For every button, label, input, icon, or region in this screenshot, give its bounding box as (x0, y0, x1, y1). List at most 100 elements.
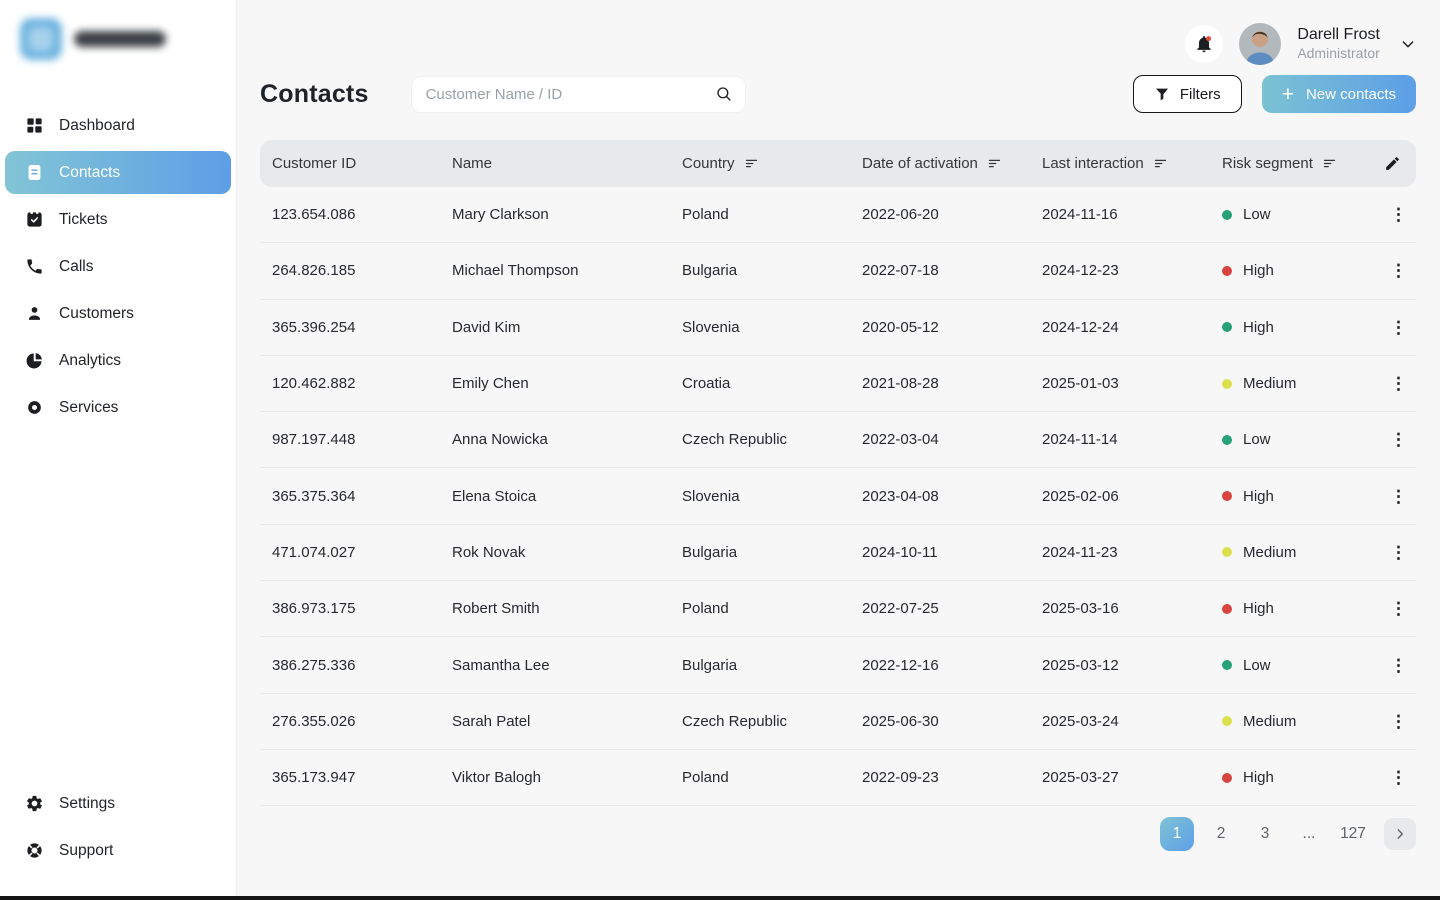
table-row: 365.173.947 Viktor Balogh Poland 2022-09… (260, 750, 1416, 806)
search-input[interactable] (426, 86, 715, 103)
row-menu-button[interactable]: ⋮ (1384, 315, 1413, 340)
cell-customer-id: 386.973.175 (272, 600, 452, 617)
cell-actions: ⋮ (1382, 653, 1416, 678)
sort-icon[interactable] (744, 156, 759, 171)
risk-dot (1222, 547, 1232, 557)
table-row: 471.074.027 Rok Novak Bulgaria 2024-10-1… (260, 525, 1416, 581)
page-number[interactable]: 3 (1248, 817, 1282, 851)
row-menu-button[interactable]: ⋮ (1384, 596, 1413, 621)
plus-icon: + (1282, 84, 1294, 105)
cell-name: Rok Novak (452, 544, 682, 561)
person-icon (25, 304, 44, 323)
cell-actions: ⋮ (1382, 765, 1416, 790)
cell-risk-segment: Low (1222, 206, 1382, 223)
cell-name: Viktor Balogh (452, 769, 682, 786)
row-menu-button[interactable]: ⋮ (1384, 427, 1413, 452)
app-logo (0, 18, 236, 60)
donut-icon (25, 398, 44, 417)
cell-last-interaction: 2024-12-24 (1042, 319, 1222, 336)
cell-last-interaction: 2024-12-23 (1042, 262, 1222, 279)
column-date-of-activation: Date of activation (862, 155, 1042, 172)
logo-icon (20, 18, 62, 60)
row-menu-button[interactable]: ⋮ (1384, 202, 1413, 227)
sidebar-item-label: Analytics (59, 352, 121, 370)
cell-country: Croatia (682, 375, 862, 392)
new-contacts-button[interactable]: + New contacts (1262, 75, 1416, 113)
row-menu-button[interactable]: ⋮ (1384, 540, 1413, 565)
cell-customer-id: 365.173.947 (272, 769, 452, 786)
sort-icon[interactable] (1153, 156, 1168, 171)
sidebar-item-services[interactable]: Services (5, 386, 231, 429)
sidebar-item-dashboard[interactable]: Dashboard (5, 104, 231, 147)
page-number[interactable]: 127 (1336, 817, 1370, 851)
page-header: Contacts Filters + New contacts (260, 74, 1416, 114)
cell-actions: ⋮ (1382, 484, 1416, 509)
cell-country: Slovenia (682, 319, 862, 336)
search-icon[interactable] (715, 85, 733, 103)
filters-button[interactable]: Filters (1133, 75, 1242, 113)
chevron-right-icon (1393, 827, 1407, 841)
risk-dot (1222, 604, 1232, 614)
next-page-button[interactable] (1384, 818, 1416, 850)
row-menu-button[interactable]: ⋮ (1384, 484, 1413, 509)
avatar[interactable] (1239, 23, 1281, 65)
cell-customer-id: 386.275.336 (272, 657, 452, 674)
sort-icon[interactable] (1322, 156, 1337, 171)
cell-name: Elena Stoica (452, 488, 682, 505)
chevron-down-icon[interactable] (1400, 36, 1416, 52)
row-menu-button[interactable]: ⋮ (1384, 258, 1413, 283)
cell-date-of-activation: 2021-08-28 (862, 375, 1042, 392)
cell-date-of-activation: 2023-04-08 (862, 488, 1042, 505)
sidebar-item-settings[interactable]: Settings (5, 782, 231, 825)
page-number[interactable]: 1 (1160, 817, 1194, 851)
sidebar-item-calls[interactable]: Calls (5, 245, 231, 288)
cell-date-of-activation: 2022-12-16 (862, 657, 1042, 674)
row-menu-button[interactable]: ⋮ (1384, 709, 1413, 734)
cell-country: Poland (682, 769, 862, 786)
gear-icon (25, 794, 44, 813)
table-row: 987.197.448 Anna Nowicka Czech Republic … (260, 412, 1416, 468)
sidebar-item-contacts[interactable]: Contacts (5, 151, 231, 194)
cell-country: Poland (682, 600, 862, 617)
sidebar-item-analytics[interactable]: Analytics (5, 339, 231, 382)
risk-dot (1222, 266, 1232, 276)
cell-last-interaction: 2025-03-27 (1042, 769, 1222, 786)
sidebar-item-support[interactable]: Support (5, 829, 231, 872)
column-last-interaction: Last interaction (1042, 155, 1222, 172)
row-menu-button[interactable]: ⋮ (1384, 371, 1413, 396)
table-row: 120.462.882 Emily Chen Croatia 2021-08-2… (260, 356, 1416, 412)
sort-icon[interactable] (987, 156, 1002, 171)
row-menu-button[interactable]: ⋮ (1384, 653, 1413, 678)
cell-customer-id: 987.197.448 (272, 431, 452, 448)
risk-label: High (1243, 488, 1274, 505)
cell-risk-segment: High (1222, 600, 1382, 617)
pie-chart-icon (25, 351, 44, 370)
sidebar-item-tickets[interactable]: Tickets (5, 198, 231, 241)
sidebar-nav: Dashboard Contacts Tickets Calls Custome… (0, 104, 236, 429)
cell-actions: ⋮ (1382, 258, 1416, 283)
main-content: Darell Frost Administrator Contacts Filt… (237, 0, 1440, 900)
risk-label: Low (1243, 206, 1271, 223)
edit-columns-button[interactable] (1382, 155, 1416, 172)
cell-customer-id: 365.396.254 (272, 319, 452, 336)
sidebar-item-customers[interactable]: Customers (5, 292, 231, 335)
cell-risk-segment: Medium (1222, 375, 1382, 392)
risk-label: High (1243, 262, 1274, 279)
sidebar-item-label: Contacts (59, 164, 120, 182)
row-menu-button[interactable]: ⋮ (1384, 765, 1413, 790)
cell-risk-segment: High (1222, 262, 1382, 279)
notifications-button[interactable] (1185, 25, 1223, 63)
cell-customer-id: 276.355.026 (272, 713, 452, 730)
sidebar-item-label: Services (59, 399, 118, 417)
cell-country: Slovenia (682, 488, 862, 505)
cell-customer-id: 264.826.185 (272, 262, 452, 279)
cell-actions: ⋮ (1382, 709, 1416, 734)
risk-dot (1222, 210, 1232, 220)
risk-label: High (1243, 769, 1274, 786)
cell-country: Poland (682, 206, 862, 223)
cell-actions: ⋮ (1382, 540, 1416, 565)
page-number[interactable]: 2 (1204, 817, 1238, 851)
cell-last-interaction: 2025-03-12 (1042, 657, 1222, 674)
cell-name: Sarah Patel (452, 713, 682, 730)
pagination: 123...127 (260, 817, 1416, 851)
